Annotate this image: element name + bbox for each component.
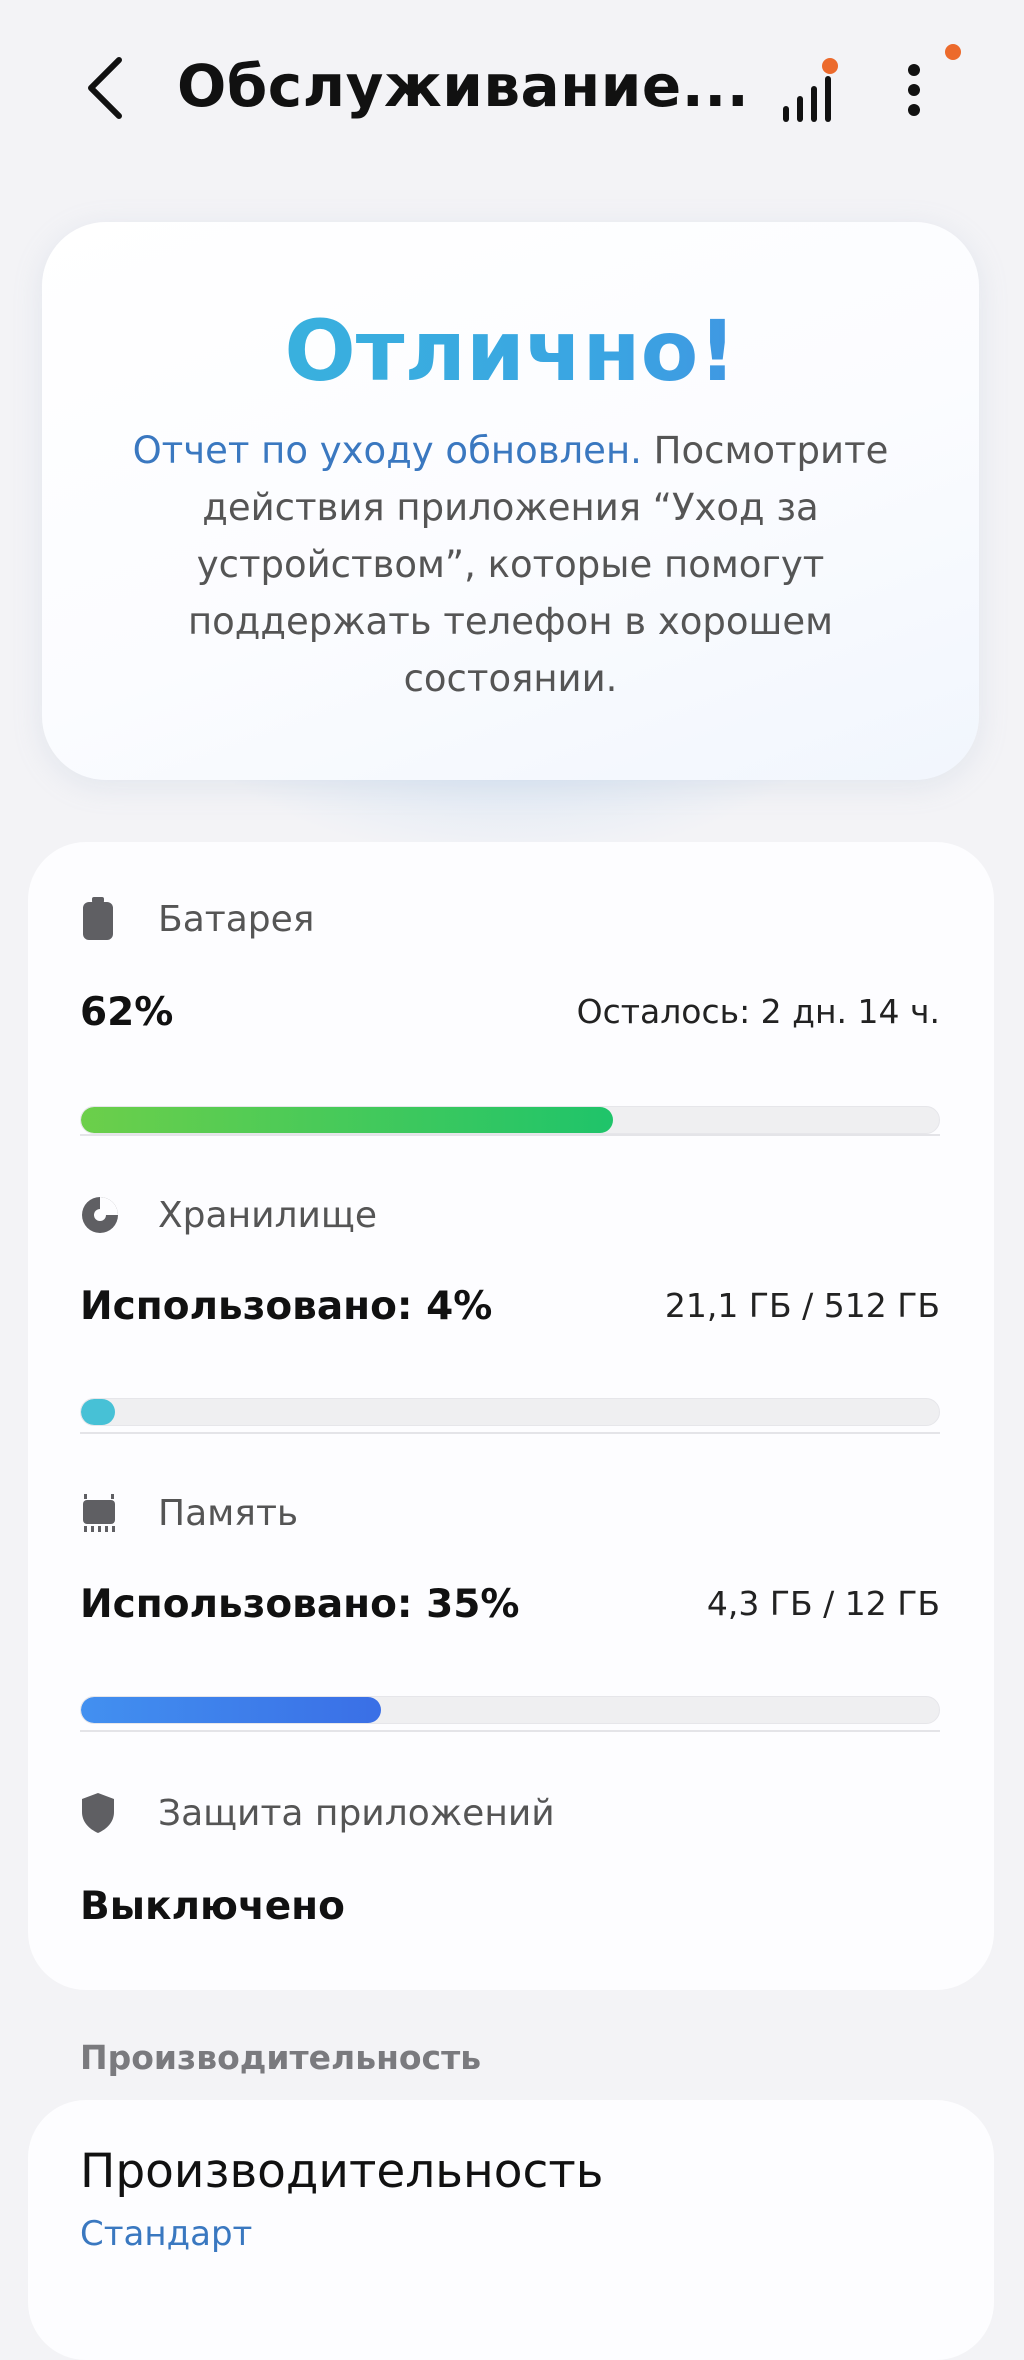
memory-used: Использовано: 35% [80,1582,520,1627]
device-metrics-card: Батарея 62% Осталось: 2 дн. 14 ч. Хранил… [28,842,994,1990]
battery-icon [83,897,113,940]
stats-button[interactable] [772,52,844,132]
memory-amount: 4,3 ГБ / 12 ГБ [706,1584,940,1623]
memory-chip-icon [83,1494,115,1532]
storage-used: Использовано: 4% [80,1284,493,1329]
performance-title: Производительность [80,2144,604,2199]
back-button[interactable] [70,48,140,128]
battery-percent: 62% [80,990,174,1035]
performance-mode-value: Стандарт [80,2214,253,2254]
battery-section[interactable]: Батарея 62% Осталось: 2 дн. 14 ч. [80,894,940,1134]
app-header: Обслуживание... [0,0,1024,180]
app-protection-header: Защита приложений [80,1788,555,1838]
more-vertical-icon [908,64,920,116]
app-protection-status: Выключено [80,1884,345,1929]
status-card: Отлично! Отчет по уходу обновлен. Посмот… [42,222,979,780]
storage-amount: 21,1 ГБ / 512 ГБ [664,1286,940,1325]
chevron-left-icon [88,57,122,119]
more-options-button[interactable] [882,44,962,132]
pie-chart-icon [82,1197,118,1233]
storage-label: Хранилище [158,1194,377,1236]
memory-progress-fill [81,1697,382,1723]
memory-progress-bar [80,1696,940,1724]
notification-dot [945,44,961,60]
shield-icon [82,1793,114,1833]
storage-progress-fill [81,1399,116,1425]
status-title: Отлично! [42,302,979,400]
app-protection-section[interactable]: Защита приложений Выключено [80,1788,940,1948]
notification-dot [822,58,838,74]
storage-section[interactable]: Хранилище Использовано: 4% 21,1 ГБ / 512… [80,1190,940,1426]
page-title: Обслуживание... [177,52,750,120]
battery-header: Батарея [80,894,314,944]
storage-header: Хранилище [80,1190,377,1240]
memory-section[interactable]: Память Использовано: 35% 4,3 ГБ / 12 ГБ [80,1488,940,1724]
performance-card[interactable]: Производительность Стандарт [28,2100,994,2360]
divider [80,1730,940,1732]
memory-label: Память [158,1492,299,1534]
divider [80,1134,940,1136]
memory-header: Память [80,1488,298,1538]
battery-remaining: Осталось: 2 дн. 14 ч. [576,992,940,1031]
divider [80,1432,940,1434]
report-updated-link[interactable]: Отчет по уходу обновлен. [133,429,642,472]
battery-label: Батарея [158,898,315,940]
storage-progress-bar [80,1398,940,1426]
battery-progress-bar [80,1106,940,1134]
app-protection-label: Защита приложений [158,1792,555,1834]
battery-progress-fill [81,1107,613,1133]
performance-section-heading: Производительность [80,2038,482,2077]
status-description: Отчет по уходу обновлен. Посмотрите дейс… [132,422,889,707]
